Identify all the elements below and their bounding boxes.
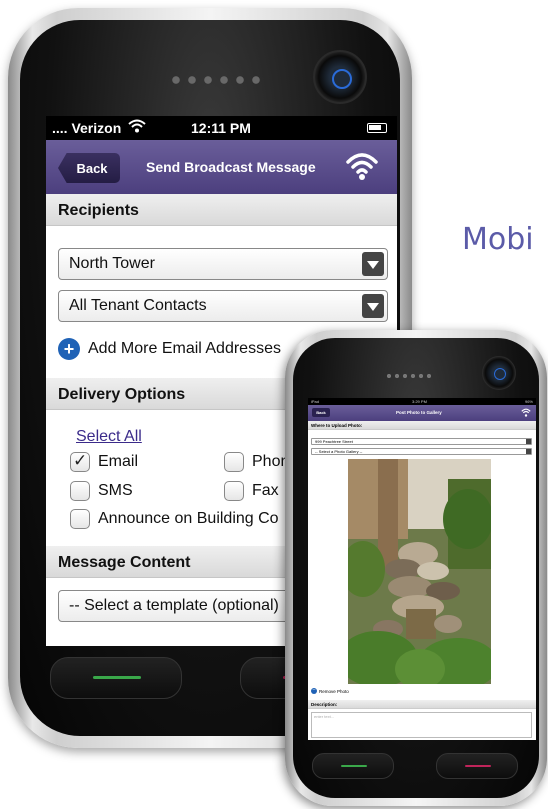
checkbox-sms[interactable]: SMS xyxy=(70,481,133,501)
checkbox-label: Announce on Building Co xyxy=(98,510,279,527)
building-select-value: North Tower xyxy=(69,255,155,272)
page-heading-fragment: Mobi xyxy=(462,222,534,257)
broadcast-wifi-icon xyxy=(521,408,531,419)
camera-icon xyxy=(482,356,516,390)
status-bar: iPad 3:29 PM 96% xyxy=(308,398,536,405)
nav-bar: Back Post Photo to Gallery xyxy=(308,405,536,421)
remove-photo-button[interactable]: – Remove Photo xyxy=(311,688,349,694)
broadcast-wifi-icon xyxy=(346,151,378,186)
template-select-value: -- Select a template (optional) xyxy=(69,597,279,614)
select-all-link[interactable]: Select All xyxy=(76,428,142,446)
checkbox-announce-building[interactable]: Announce on Building Co xyxy=(70,509,279,529)
checkbox-fax[interactable]: Fax xyxy=(224,481,279,501)
section-header-recipients: Recipients xyxy=(46,194,397,226)
chevron-down-icon xyxy=(362,252,384,276)
checkbox-label: Fax xyxy=(252,482,279,499)
phone-small-screen: iPad 3:29 PM 96% Back Post Photo to Gall… xyxy=(308,398,536,740)
add-more-label: Add More Email Addresses xyxy=(88,340,281,357)
nav-bar: Back Send Broadcast Message xyxy=(46,140,397,194)
section-header-upload: Where to Upload Photo: xyxy=(308,421,536,430)
remove-circle-icon: – xyxy=(311,687,317,694)
phone-small-left-button[interactable] xyxy=(312,753,394,779)
checkbox-checked-icon xyxy=(70,451,90,472)
phone-small: iPad 3:29 PM 96% Back Post Photo to Gall… xyxy=(285,330,547,806)
checkbox-label: Email xyxy=(98,453,139,470)
wifi-signal-icon xyxy=(128,118,146,137)
contacts-select[interactable]: All Tenant Contacts xyxy=(58,290,388,322)
device-label: iPad xyxy=(311,399,320,404)
garden-fountain-photo xyxy=(348,459,491,684)
description-textarea[interactable]: enter text... xyxy=(311,712,532,738)
speaker-grille-icon xyxy=(385,372,433,380)
nav-title: Send Broadcast Message xyxy=(146,159,316,175)
status-time: 3:29 PM xyxy=(412,399,427,404)
speaker-grille-icon xyxy=(168,74,262,86)
nav-title: Post Photo to Gallery xyxy=(396,410,442,415)
checkbox-unchecked-icon xyxy=(224,481,244,501)
checkbox-unchecked-icon xyxy=(224,452,244,472)
building-select[interactable]: North Tower xyxy=(58,248,388,280)
checkbox-label: SMS xyxy=(98,482,133,499)
contacts-select-value: All Tenant Contacts xyxy=(69,297,207,314)
carrier-label: .... Verizon xyxy=(52,120,122,136)
back-button[interactable]: Back xyxy=(58,153,120,183)
status-bar: .... Verizon 12:11 PM xyxy=(46,116,397,140)
camera-icon xyxy=(313,50,367,104)
address-select[interactable]: 999 Peachtree Street xyxy=(311,438,532,445)
remove-photo-label: Remove Photo xyxy=(319,688,349,694)
gallery-select[interactable]: -- Select a Photo Gallery -- xyxy=(311,448,532,455)
checkbox-unchecked-icon xyxy=(70,481,90,501)
section-header-description: Description: xyxy=(308,700,536,709)
status-time: 12:11 PM xyxy=(191,120,251,136)
checkbox-unchecked-icon xyxy=(70,509,90,529)
battery-icon xyxy=(367,123,387,133)
back-button[interactable]: Back xyxy=(312,408,330,417)
chevron-down-icon xyxy=(362,294,384,318)
battery-percent: 96% xyxy=(524,399,533,404)
phone-main-left-button[interactable] xyxy=(50,657,182,699)
add-more-emails-button[interactable]: + Add More Email Addresses xyxy=(58,338,281,360)
add-circle-icon: + xyxy=(58,338,80,360)
phone-small-right-button[interactable] xyxy=(436,753,518,779)
checkbox-email[interactable]: Email xyxy=(70,451,139,472)
